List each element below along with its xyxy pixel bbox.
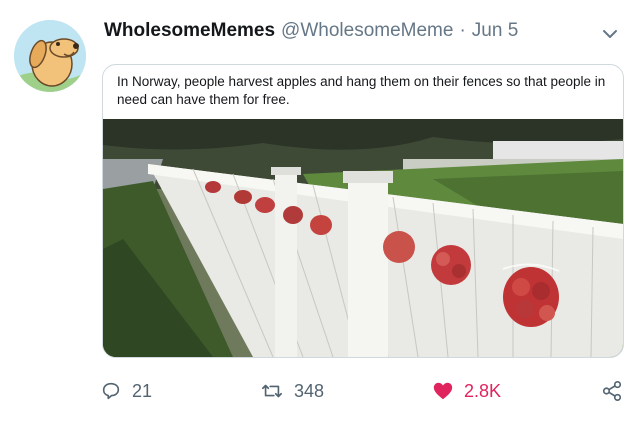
separator-dot: ·	[459, 20, 466, 41]
user-handle[interactable]: @WholesomeMeme	[281, 20, 453, 42]
reply-icon	[102, 382, 120, 400]
retweet-button[interactable]: 348	[260, 380, 324, 402]
tweet-date[interactable]: Jun 5	[472, 20, 518, 42]
display-name[interactable]: WholesomeMemes	[104, 20, 275, 42]
retweet-count: 348	[294, 380, 325, 401]
share-icon	[602, 381, 622, 401]
reply-count: 21	[132, 380, 153, 401]
avatar[interactable]	[14, 20, 86, 92]
chevron-down-icon[interactable]	[600, 24, 620, 44]
share-button[interactable]	[600, 380, 624, 402]
media-card[interactable]: In Norway, people harvest apples and han…	[102, 64, 624, 358]
like-button[interactable]: 2.8K	[432, 380, 501, 402]
tweet-header: WholesomeMemes @WholesomeMeme · Jun 5	[104, 20, 518, 42]
heart-icon	[433, 382, 453, 400]
dog-avatar-icon	[14, 20, 86, 92]
fence-apples-image	[103, 119, 623, 357]
tweet-actions: 21 348 2.8K	[100, 380, 630, 412]
retweet-icon	[262, 384, 282, 398]
tweet-photo[interactable]	[103, 119, 623, 357]
like-count: 2.8K	[464, 380, 502, 401]
reply-button[interactable]: 21	[100, 380, 152, 402]
image-caption: In Norway, people harvest apples and han…	[117, 74, 606, 107]
